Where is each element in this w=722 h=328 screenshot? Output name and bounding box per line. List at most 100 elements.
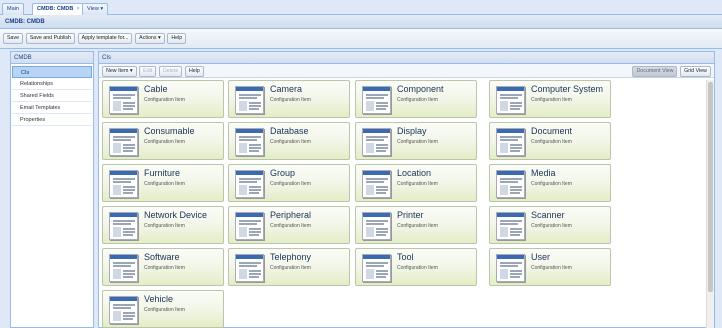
ci-card-title: Cable [144,84,168,94]
grid-view-button[interactable]: Grid View [680,66,711,77]
sidebar-title: CMDB [11,52,93,64]
ci-card-title: Network Device [144,210,208,220]
delete-button[interactable]: Delete [158,66,183,77]
ci-card-subtitle: Configuration Item [397,265,438,271]
document-icon [109,128,138,156]
ci-card[interactable]: Scanner Configuration Item [489,206,611,244]
document-icon [362,254,391,282]
ci-card-title: Telephony [270,252,312,262]
document-icon [235,254,264,282]
ci-card-title: Printer [397,210,424,220]
ci-card[interactable]: Software Configuration Item [102,248,224,286]
ci-card-subtitle: Configuration Item [531,139,572,145]
document-icon [109,296,138,324]
sidebar-item-shared-fields[interactable]: Shared Fields [12,90,92,102]
ci-card-subtitle: Configuration Item [531,223,572,229]
ci-card-title: Group [270,168,296,178]
ci-card[interactable]: Component Configuration Item [355,80,477,118]
ci-card[interactable]: Group Configuration Item [228,164,350,202]
ci-card-title: Camera [270,84,303,94]
document-icon [496,86,525,114]
sidebar-item-email-templates[interactable]: Email Templates [12,102,92,114]
edit-button[interactable]: Edit [139,66,157,77]
ci-card-title: Media [531,168,556,178]
ci-card-title: Document [531,126,573,136]
ci-card-subtitle: Configuration Item [270,181,311,187]
save-button[interactable]: Save [3,33,24,44]
ci-card-subtitle: Configuration Item [397,223,438,229]
ci-card-title: Tool [397,252,414,262]
document-icon [109,212,138,240]
document-icon [109,254,138,282]
ci-card-title: Furniture [144,168,181,178]
tab-cmdb-label: CMDB: CMDB [37,6,74,12]
ci-card[interactable]: Database Configuration Item [228,122,350,160]
new-item-button[interactable]: New Item ▾ [102,66,137,77]
ci-card[interactable]: Vehicle Configuration Item [102,290,224,328]
ci-card[interactable]: Printer Configuration Item [355,206,477,244]
ci-card[interactable]: Document Configuration Item [489,122,611,160]
vertical-scrollbar[interactable] [706,80,714,328]
ci-card-title: Computer System [531,84,604,94]
ci-card[interactable]: Furniture Configuration Item [102,164,224,202]
document-icon [235,86,264,114]
tab-main-label: Main [7,6,19,12]
ci-card[interactable]: Telephony Configuration Item [228,248,350,286]
document-icon [109,170,138,198]
tab-view[interactable]: View ▾ [82,3,109,15]
ci-card-subtitle: Configuration Item [397,139,438,145]
ci-card-grid: Cable Configuration Item Camera Configurati… [102,80,702,328]
apply-template-button[interactable]: Apply template for... [77,33,133,44]
ci-card-title: Database [270,126,309,136]
ci-card[interactable]: Network Device Configuration Item [102,206,224,244]
document-icon [496,212,525,240]
document-icon [362,170,391,198]
ci-card-subtitle: Configuration Item [144,181,185,187]
panel-help-button[interactable]: Help [184,66,204,77]
ci-card-title: User [531,252,551,262]
ci-card-subtitle: Configuration Item [397,97,438,103]
document-icon [496,254,525,282]
help-button[interactable]: Help [167,33,187,44]
document-icon [362,86,391,114]
close-icon[interactable]: × [76,6,79,12]
ci-card[interactable]: Cable Configuration Item [102,80,224,118]
tab-main[interactable]: Main [2,3,24,15]
ci-card-title: Display [397,126,427,136]
ci-card[interactable]: Display Configuration Item [355,122,477,160]
ci-card-title: Consumable [144,126,195,136]
ci-card[interactable]: Peripheral Configuration Item [228,206,350,244]
ci-card-subtitle: Configuration Item [531,97,572,103]
ci-card[interactable]: Consumable Configuration Item [102,122,224,160]
ci-card-subtitle: Configuration Item [144,265,185,271]
ci-card-subtitle: Configuration Item [270,139,311,145]
ci-card[interactable]: User Configuration Item [489,248,611,286]
save-and-publish-button[interactable]: Save and Publish [25,33,75,44]
document-icon [496,170,525,198]
ci-card-subtitle: Configuration Item [531,265,572,271]
ci-card-subtitle: Configuration Item [397,181,438,187]
sidebar-item-relationships[interactable]: Relationships [12,78,92,90]
tab-view-label: View ▾ [87,6,104,12]
document-icon [235,128,264,156]
ci-card-title: Vehicle [144,294,174,304]
panel-toolbar: New Item ▾ Edit Delete Help Document Vie… [99,64,714,78]
sidebar-item-cis[interactable]: CIs [12,66,92,78]
document-icon [362,128,391,156]
ci-card-subtitle: Configuration Item [270,97,311,103]
ci-card[interactable]: Media Configuration Item [489,164,611,202]
main-toolbar: Save Save and Publish Apply template for… [0,29,722,49]
ci-card-title: Scanner [531,210,565,220]
ci-card[interactable]: Computer System Configuration Item [489,80,611,118]
scrollbar-thumb[interactable] [708,82,713,292]
sidebar-item-properties[interactable]: Properties [12,114,92,126]
ci-card-title: Location [397,168,432,178]
ci-card[interactable]: Camera Configuration Item [228,80,350,118]
ci-card[interactable]: Tool Configuration Item [355,248,477,286]
ci-card-title: Peripheral [270,210,312,220]
window-title: CMDB: CMDB [0,15,722,29]
ci-card[interactable]: Location Configuration Item [355,164,477,202]
document-view-button[interactable]: Document View [632,66,678,77]
actions-menu-button[interactable]: Actions ▾ [135,33,165,44]
ci-card-title: Component [397,84,444,94]
